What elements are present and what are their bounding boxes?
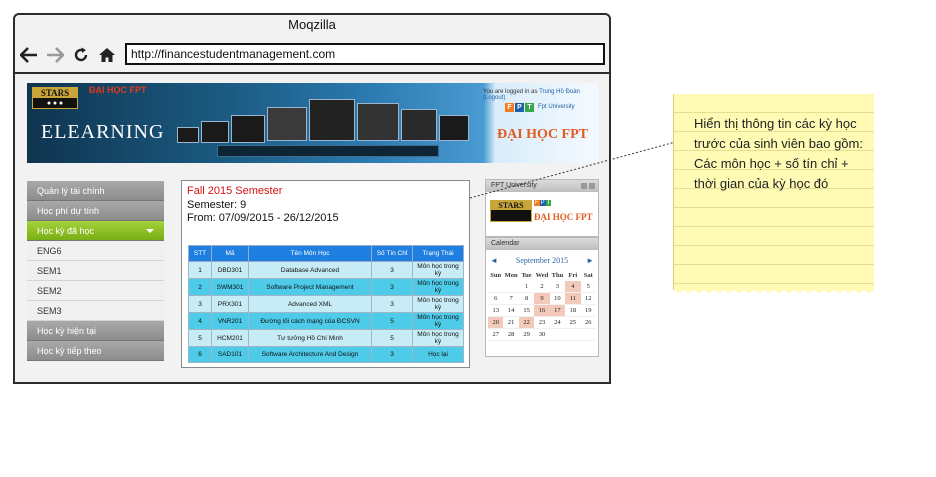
- sticky-note: Hiển thị thông tin các kỳ học trước của …: [673, 94, 874, 293]
- sticky-note-text: Hiển thị thông tin các kỳ học trước của …: [694, 116, 863, 191]
- sticky-torn-edge: [674, 288, 874, 293]
